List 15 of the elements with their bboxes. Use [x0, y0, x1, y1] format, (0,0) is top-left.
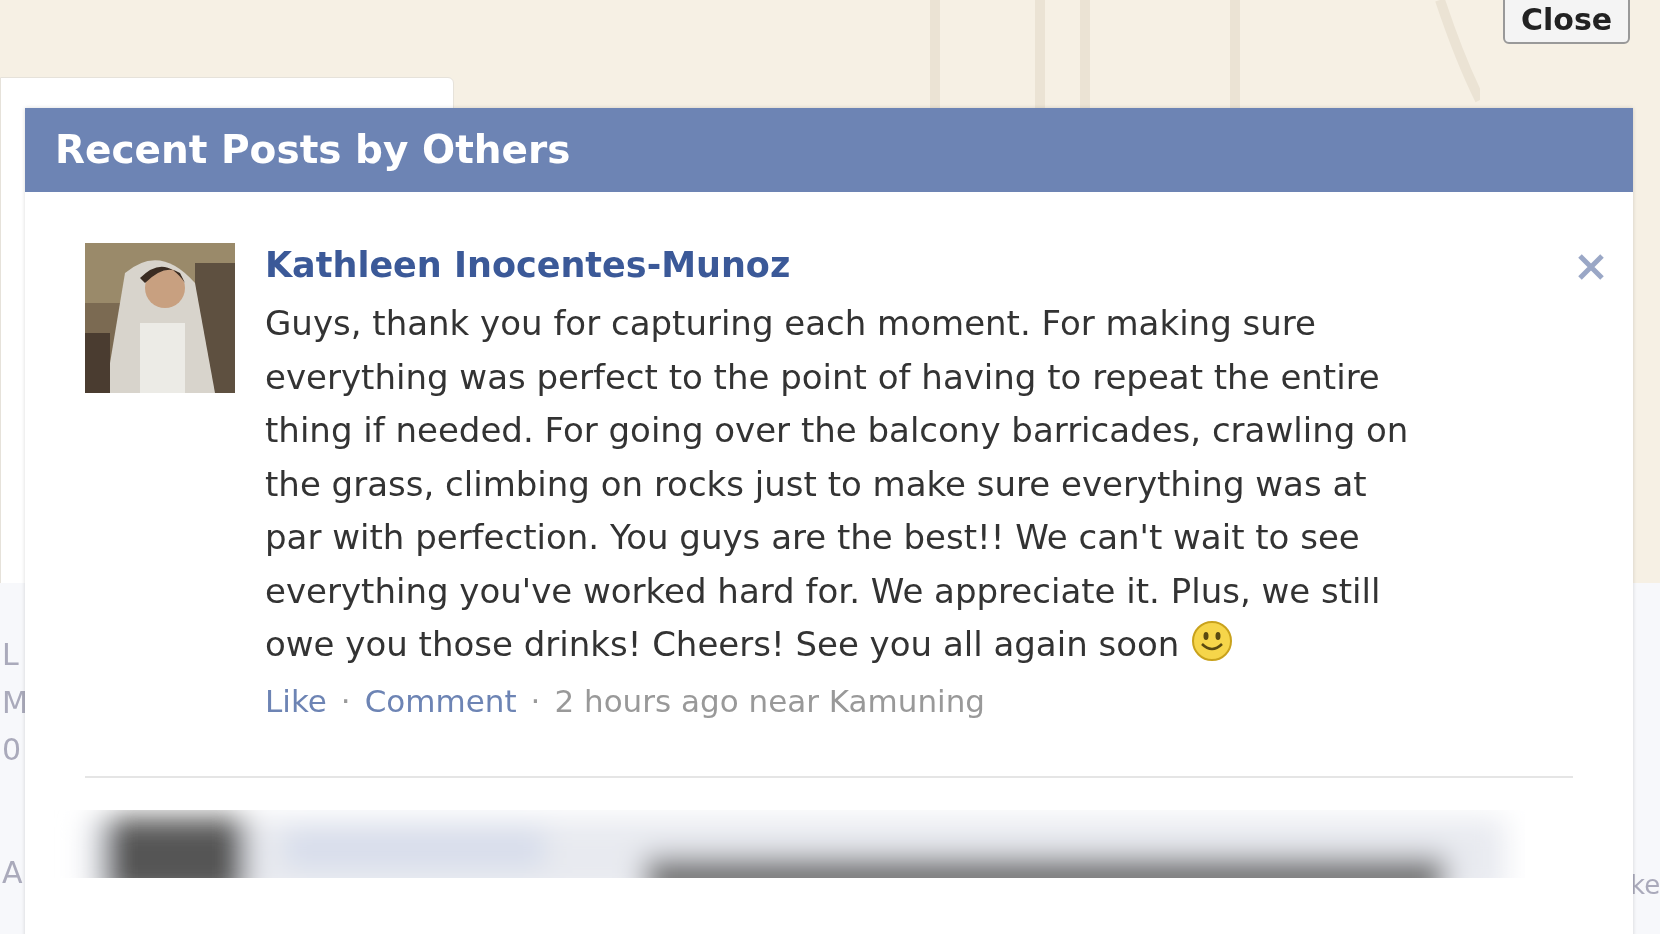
action-link[interactable]: Comment	[364, 677, 517, 724]
post-text: Guys, thank you for capturing each moment. For making sure everything was perfect to the point of having to repeat the entire thing if needed. For going over the balcony barricades, crawling on the grass, climbing on rocks just to make sure everything was at par with perfection. You guys are the best!! We can't wait to see everything you've worked hard for. We appreciate it. Plus, we still owe you those drinks! Cheers! See you all again soon	[265, 302, 1410, 666]
background-text: M	[2, 688, 28, 718]
post-meta: 2 hours ago near Kamuning	[554, 681, 986, 721]
close-button[interactable]: Close	[1503, 0, 1631, 44]
background-text: L	[2, 640, 19, 670]
smiley-icon	[1191, 620, 1234, 662]
dialog-title: Recent Posts by Others	[55, 125, 571, 174]
close-icon[interactable]	[1577, 253, 1605, 281]
author-link[interactable]: Kathleen Inocentes-Munoz	[265, 241, 791, 289]
action-link[interactable]: Like	[265, 677, 327, 724]
background-text: A	[2, 858, 23, 888]
background-text: 0	[2, 735, 22, 765]
separator-dot: ·	[340, 681, 351, 721]
separator-dot: ·	[530, 681, 541, 721]
